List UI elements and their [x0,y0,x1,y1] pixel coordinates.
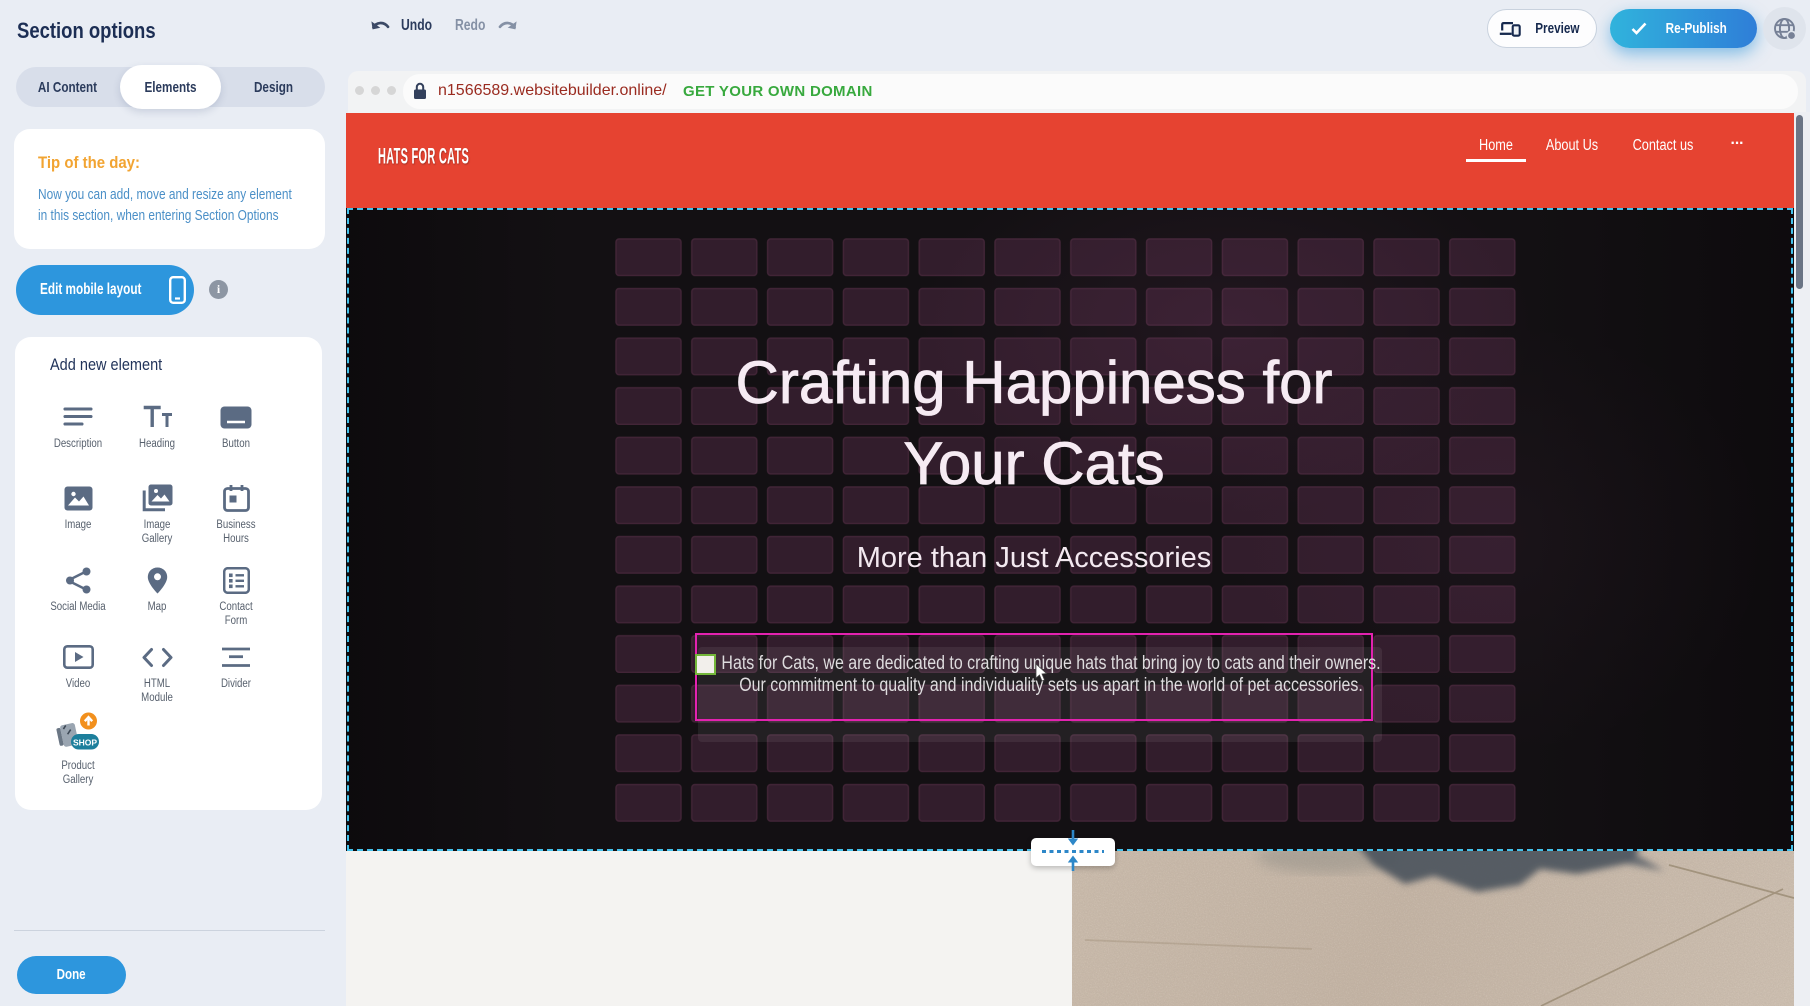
svg-text:SHOP: SHOP [73,737,97,747]
